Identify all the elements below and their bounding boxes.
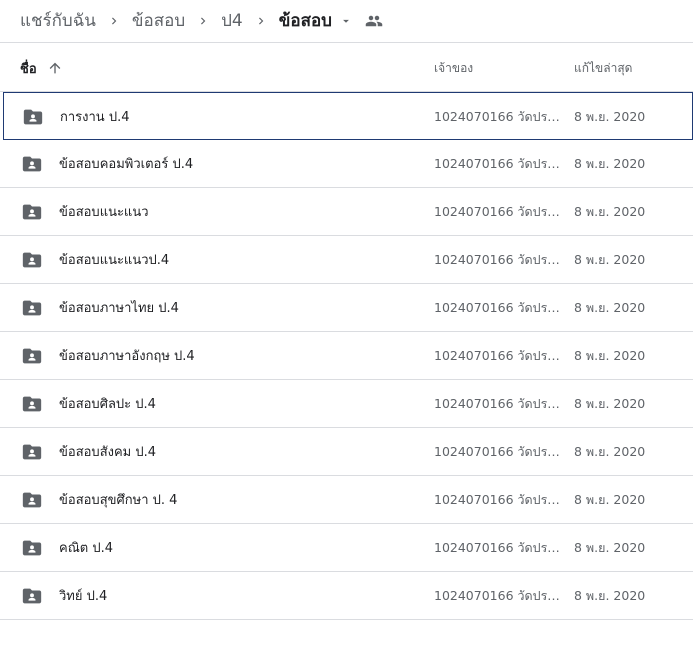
- file-owner: 1024070166 วัดประชุมชลธารารามฯ: [434, 108, 562, 124]
- shared-folder-icon: [21, 332, 43, 379]
- file-name: ข้อสอบแนะแนวป.4: [59, 253, 170, 268]
- chevron-right-icon: [96, 10, 132, 32]
- file-owner: 1024070166 วัดประชุมชลธารารามฯ: [434, 251, 562, 267]
- file-name: คณิต ป.4: [59, 541, 113, 556]
- file-last-modified: 8 พ.ย. 2020: [574, 251, 646, 267]
- shared-folder-icon: [22, 93, 44, 140]
- table-row[interactable]: คณิต ป.4 1024070166 วัดประชุมชลธารารามฯ …: [0, 524, 693, 572]
- column-header-name[interactable]: ชื่อ: [20, 44, 64, 92]
- file-last-modified: 8 พ.ย. 2020: [574, 108, 646, 124]
- file-owner: 1024070166 วัดประชุมชลธารารามฯ: [434, 395, 562, 411]
- arrow-drop-down-icon[interactable]: [335, 10, 357, 32]
- shared-folder-icon: [21, 524, 43, 571]
- table-row[interactable]: วิทย์ ป.4 1024070166 วัดประชุมชลธารารามฯ…: [0, 572, 693, 620]
- file-last-modified: 8 พ.ย. 2020: [574, 203, 646, 219]
- file-owner: 1024070166 วัดประชุมชลธารารามฯ: [434, 203, 562, 219]
- shared-folder-icon: [21, 140, 43, 187]
- file-name: วิทย์ ป.4: [59, 589, 108, 604]
- file-name: ข้อสอบสังคม ป.4: [59, 445, 157, 460]
- table-row[interactable]: ข้อสอบภาษาอังกฤษ ป.4 1024070166 วัดประชุ…: [0, 332, 693, 380]
- file-last-modified: 8 พ.ย. 2020: [574, 347, 646, 363]
- chevron-right-icon: [185, 10, 221, 32]
- breadcrumb-current-folder[interactable]: ข้อสอบ: [279, 10, 332, 32]
- file-owner: 1024070166 วัดประชุมชลธารารามฯ: [434, 347, 562, 363]
- file-last-modified: 8 พ.ย. 2020: [574, 299, 646, 315]
- file-owner: 1024070166 วัดประชุมชลธารารามฯ: [434, 587, 562, 603]
- file-list: การงาน ป.4 1024070166 วัดประชุมชลธาราราม…: [0, 92, 693, 620]
- shared-folder-icon: [21, 236, 43, 283]
- table-row[interactable]: ข้อสอบสุขศึกษา ป. 4 1024070166 วัดประชุม…: [0, 476, 693, 524]
- shared-folder-icon: [21, 188, 43, 235]
- file-name: ข้อสอบคอมพิวเตอร์ ป.4: [59, 157, 194, 172]
- file-last-modified: 8 พ.ย. 2020: [574, 155, 646, 171]
- column-header-last-modified[interactable]: แก้ไขล่าสุด: [574, 44, 632, 92]
- shared-folder-icon: [21, 572, 43, 619]
- file-owner: 1024070166 วัดประชุมชลธารารามฯ: [434, 443, 562, 459]
- shared-folder-icon: [21, 284, 43, 331]
- column-header-name-label: ชื่อ: [20, 61, 37, 77]
- file-last-modified: 8 พ.ย. 2020: [574, 491, 646, 507]
- file-name: ข้อสอบสุขศึกษา ป. 4: [59, 493, 178, 508]
- file-last-modified: 8 พ.ย. 2020: [574, 539, 646, 555]
- table-row[interactable]: ข้อสอบแนะแนวป.4 1024070166 วัดประชุมชลธา…: [0, 236, 693, 284]
- table-row[interactable]: ข้อสอบสังคม ป.4 1024070166 วัดประชุมชลธา…: [0, 428, 693, 476]
- file-list-header: ชื่อ เจ้าของ แก้ไขล่าสุด: [0, 44, 693, 92]
- breadcrumb-p4-folder[interactable]: ป4: [221, 10, 243, 32]
- table-row[interactable]: ข้อสอบคอมพิวเตอร์ ป.4 1024070166 วัดประช…: [0, 140, 693, 188]
- shared-folder-icon: [21, 380, 43, 427]
- table-row[interactable]: ข้อสอบภาษาไทย ป.4 1024070166 วัดประชุมชล…: [0, 284, 693, 332]
- people-icon[interactable]: [363, 10, 385, 32]
- table-row[interactable]: ข้อสอบแนะแนว 1024070166 วัดประชุมชลธาราร…: [0, 188, 693, 236]
- file-owner: 1024070166 วัดประชุมชลธารารามฯ: [434, 491, 562, 507]
- breadcrumb-shared-with-me[interactable]: แชร์กับฉัน: [20, 10, 96, 32]
- arrow-upward-icon[interactable]: [46, 59, 64, 77]
- breadcrumb-exam-folder[interactable]: ข้อสอบ: [132, 10, 185, 32]
- file-name: ข้อสอบศิลปะ ป.4: [59, 397, 156, 412]
- chevron-right-icon: [243, 10, 279, 32]
- column-header-owner[interactable]: เจ้าของ: [434, 44, 473, 92]
- file-name: ข้อสอบแนะแนว: [59, 205, 149, 220]
- breadcrumb: แชร์กับฉัน ข้อสอบ ป4 ข้อสอบ: [0, 0, 693, 43]
- file-last-modified: 8 พ.ย. 2020: [574, 587, 646, 603]
- file-owner: 1024070166 วัดประชุมชลธารารามฯ: [434, 299, 562, 315]
- shared-folder-icon: [21, 428, 43, 475]
- file-owner: 1024070166 วัดประชุมชลธารารามฯ: [434, 539, 562, 555]
- table-row[interactable]: ข้อสอบศิลปะ ป.4 1024070166 วัดประชุมชลธา…: [0, 380, 693, 428]
- table-row[interactable]: การงาน ป.4 1024070166 วัดประชุมชลธาราราม…: [3, 92, 693, 140]
- file-owner: 1024070166 วัดประชุมชลธารารามฯ: [434, 155, 562, 171]
- file-last-modified: 8 พ.ย. 2020: [574, 443, 646, 459]
- shared-folder-icon: [21, 476, 43, 523]
- file-name: ข้อสอบภาษาไทย ป.4: [59, 301, 179, 316]
- file-last-modified: 8 พ.ย. 2020: [574, 395, 646, 411]
- file-name: ข้อสอบภาษาอังกฤษ ป.4: [59, 349, 195, 364]
- file-name: การงาน ป.4: [60, 110, 130, 125]
